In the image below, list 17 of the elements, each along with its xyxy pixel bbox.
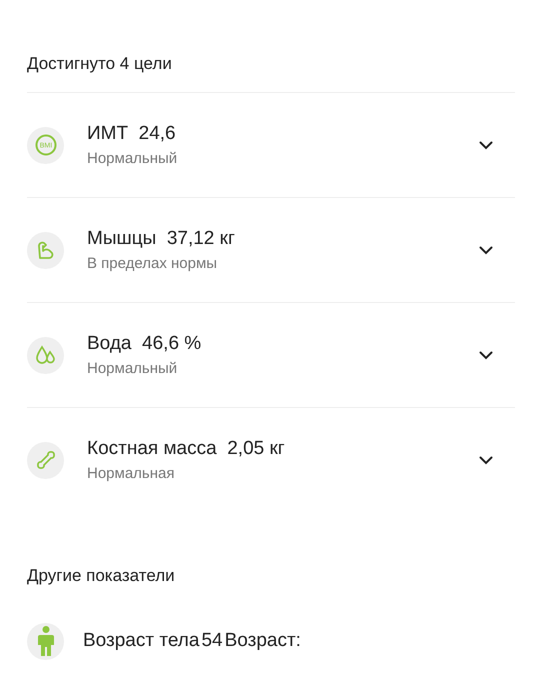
metric-status: Нормальный xyxy=(87,360,178,377)
metric-title: Вода 46,6 % xyxy=(87,333,202,355)
metric-value: 54 xyxy=(201,630,223,652)
water-drops-icon xyxy=(34,344,56,366)
metric-title: ИМТ 24,6 xyxy=(87,123,177,145)
metric-label: Возраст тела xyxy=(83,630,200,652)
metric-status: Нормальный xyxy=(87,150,178,167)
metric-title: Мышцы 37,12 кг xyxy=(87,228,236,250)
section-heading: Другие показатели xyxy=(27,565,176,587)
metric-status: В пределах нормы xyxy=(87,255,218,272)
metric-suffix: Возраст: xyxy=(224,630,301,652)
metric-status: Нормальная xyxy=(87,465,176,482)
muscle-arm-icon xyxy=(36,240,56,260)
bone-icon xyxy=(34,449,56,471)
person-icon xyxy=(38,626,54,656)
metric-title: Костная масса 2,05 кг xyxy=(87,438,286,460)
section-heading: Достигнуто 4 цели xyxy=(27,53,173,75)
